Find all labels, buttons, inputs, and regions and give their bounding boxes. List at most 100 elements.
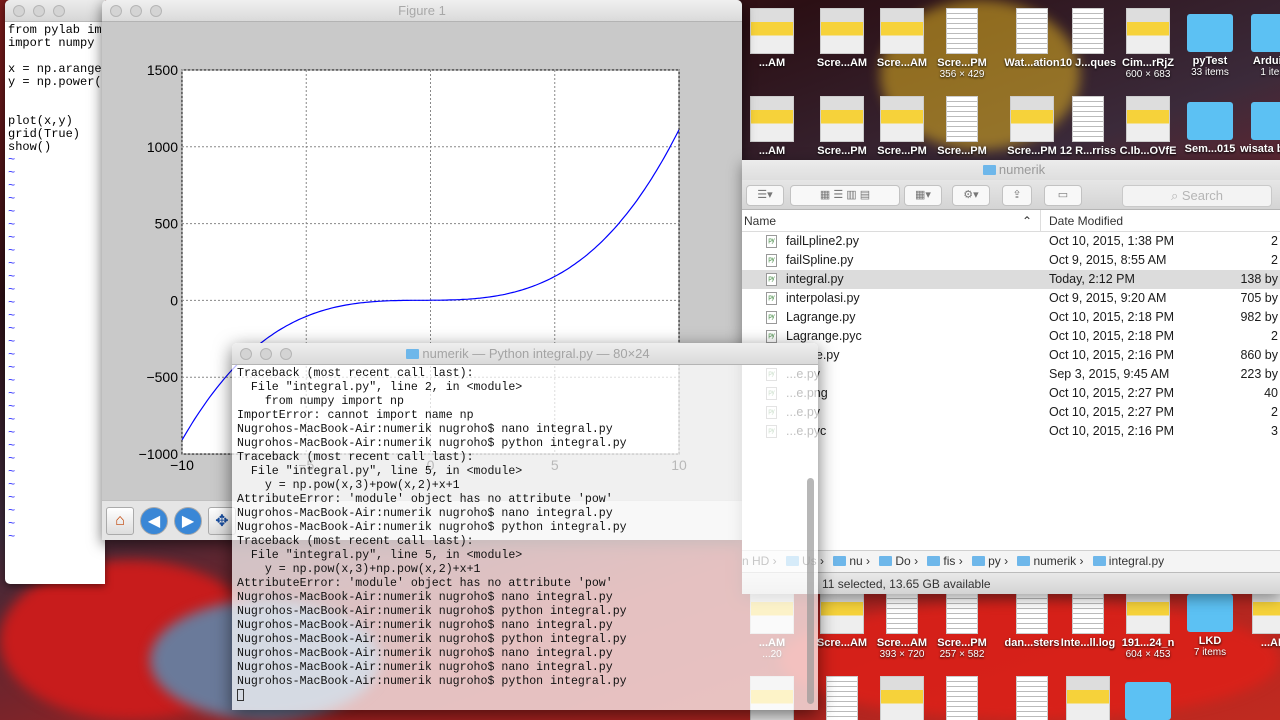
desktop-icon[interactable]: Dru...Bible	[927, 676, 997, 720]
vim-empty-line-tilde: ~	[8, 296, 16, 310]
desktop-icon[interactable]: pyTest 33 items	[1175, 8, 1245, 78]
file-row[interactable]: py failSpline.py Oct 9, 2015, 8:55 AM 2	[742, 251, 1280, 270]
path-segment[interactable]: numerik	[1033, 554, 1076, 568]
close-button[interactable]	[110, 5, 122, 17]
vim-titlebar[interactable]	[5, 0, 105, 22]
date-column-header[interactable]: Date Modified	[1049, 214, 1123, 228]
terminal-line: Nugrohos-MacBook-Air:numerik nugroho$ na…	[237, 591, 613, 604]
python-terminal-window[interactable]: numerik — Python integral.py — 80×24 Tra…	[232, 343, 818, 710]
zoom-button[interactable]	[150, 5, 162, 17]
screenshot-icon	[1126, 96, 1170, 142]
file-row[interactable]: py...e.pySep 3, 2015, 9:45 AM223 by	[742, 365, 1280, 384]
close-button[interactable]	[240, 348, 252, 360]
desktop-icon-label: Scre...AM	[816, 57, 868, 69]
screenshot-icon	[750, 96, 794, 142]
zoom-button[interactable]	[53, 5, 65, 17]
vim-empty-line-tilde: ~	[8, 270, 16, 284]
path-segment[interactable]: Do	[895, 554, 910, 568]
desktop-icon[interactable]: ...AM	[737, 96, 807, 157]
path-segment[interactable]: nu	[849, 554, 862, 568]
file-name: integral.py	[786, 272, 844, 286]
screenshot-icon	[1126, 8, 1170, 54]
screenshot-icon	[820, 8, 864, 54]
vim-empty-line-tilde: ~	[8, 322, 16, 336]
zoom-button[interactable]	[280, 348, 292, 360]
terminal-line: Traceback (most recent call last):	[237, 535, 474, 548]
terminal-line: y = np.pow(x,3)+np.pow(x,2)+x+1	[237, 563, 481, 576]
file-row[interactable]: py Lagrange.py Oct 10, 2015, 2:18 PM 982 by	[742, 308, 1280, 327]
desktop-icon[interactable]: Sem...015	[1175, 96, 1245, 155]
path-segment[interactable]: integral.py	[1109, 554, 1164, 568]
file-row[interactable]: py...e.pngOct 10, 2015, 2:27 PM40	[742, 384, 1280, 403]
path-segment[interactable]: fis	[943, 554, 955, 568]
forward-icon[interactable]: ▶	[174, 507, 202, 535]
gear-icon[interactable]: ⚙▾	[952, 185, 990, 206]
file-row[interactable]: py...e.pycOct 10, 2015, 2:16 PM3	[742, 422, 1280, 441]
view-mode-buttons[interactable]: ▦ ☰ ▥ ▤	[790, 185, 900, 206]
home-icon[interactable]: ⌂	[106, 507, 134, 535]
desktop-icon[interactable]: LKD 7 items	[1175, 588, 1245, 658]
tag-icon[interactable]: ▭	[1044, 185, 1082, 206]
file-size: 982 by	[1240, 310, 1278, 324]
file-date: Oct 10, 2015, 2:18 PM	[1049, 329, 1175, 343]
close-button[interactable]	[13, 5, 25, 17]
desktop-icon[interactable]: Cim...rRjZ 600 × 683	[1113, 8, 1183, 80]
column-header[interactable]: Name ⌃ Date Modified	[742, 210, 1280, 232]
desktop-icon[interactable]: ...AM	[737, 8, 807, 69]
vim-terminal-window[interactable]: from pylab imp import numpy a x = np.aran…	[5, 0, 105, 584]
back-icon[interactable]: ◀	[140, 507, 168, 535]
minimize-button[interactable]	[260, 348, 272, 360]
search-input[interactable]: ⌕ Search	[1122, 185, 1272, 207]
name-column-header[interactable]: Name	[744, 214, 776, 228]
vim-empty-line-tilde: ~	[8, 166, 16, 180]
file-row[interactable]: py...pline.pyOct 10, 2015, 2:16 PM860 by	[742, 346, 1280, 365]
vim-empty-line-tilde: ~	[8, 218, 16, 232]
finder-window[interactable]: numerik ☰▾ ▦ ☰ ▥ ▤ ▦▾ ⚙▾ ⇪ ▭ ⌕ Search Na…	[742, 160, 1280, 594]
search-placeholder: Search	[1181, 188, 1224, 203]
file-row[interactable]: py integral.py Today, 2:12 PM 138 by	[742, 270, 1280, 289]
desktop-icon-subtitle: 33 items	[1191, 67, 1229, 78]
terminal-titlebar[interactable]: numerik — Python integral.py — 80×24	[232, 343, 818, 365]
minimize-button[interactable]	[130, 5, 142, 17]
desktop-icon[interactable]: wisata bogor	[1239, 96, 1280, 155]
file-size: 2	[1271, 405, 1278, 419]
desktop-icon-label: Sem...015	[1184, 143, 1236, 155]
group-icon[interactable]: ▦▾	[904, 185, 942, 206]
vim-line: import numpy a	[8, 36, 105, 50]
desktop-icon[interactable]: plpg2 items	[1113, 676, 1183, 720]
figure-titlebar[interactable]: Figure 1	[102, 0, 742, 22]
path-segment[interactable]: py	[988, 554, 1001, 568]
finder-titlebar[interactable]: numerik	[742, 160, 1280, 180]
desktop-icon[interactable]: Arduino1 item	[1239, 8, 1280, 78]
desktop-icon[interactable]: Scre...PM 356 × 429	[927, 8, 997, 80]
path-separator-icon: ›	[862, 554, 874, 568]
file-row[interactable]: py Lagrange.pyc Oct 10, 2015, 2:18 PM 2	[742, 327, 1280, 346]
folder-icon	[982, 165, 996, 175]
desktop-icon[interactable]: Scre...PM	[927, 96, 997, 157]
file-date: Oct 10, 2015, 2:27 PM	[1049, 386, 1175, 400]
desktop-icon[interactable]: Scre...PM 257 × 582	[927, 588, 997, 660]
desktop-icon[interactable]: ...AM	[1239, 588, 1280, 649]
desktop-icon[interactable]: C.Ib...OVfE	[1113, 96, 1183, 157]
desktop-icon-subtitle: 1 item	[1260, 67, 1280, 78]
share-icon[interactable]: ⇪	[1002, 185, 1032, 206]
file-size: 3	[1271, 424, 1278, 438]
path-separator-icon: ›	[816, 554, 828, 568]
terminal-scrollbar[interactable]	[807, 478, 814, 704]
vim-editor-text[interactable]: from pylab imp import numpy a x = np.aran…	[5, 22, 105, 546]
terminal-line: Nugrohos-MacBook-Air:numerik nugroho$ na…	[237, 507, 613, 520]
arrange-icon[interactable]: ☰▾	[746, 185, 784, 206]
y-tick-label: 0	[170, 292, 178, 308]
terminal-line: Nugrohos-MacBook-Air:numerik nugroho$ na…	[237, 619, 613, 632]
minimize-button[interactable]	[33, 5, 45, 17]
finder-toolbar: ☰▾ ▦ ☰ ▥ ▤ ▦▾ ⚙▾ ⇪ ▭ ⌕ Search	[742, 180, 1280, 210]
file-row[interactable]: py interpolasi.py Oct 9, 2015, 9:20 AM 705 …	[742, 289, 1280, 308]
file-size: 40	[1264, 386, 1278, 400]
desktop-icon[interactable]: 191...24_n 604 × 453	[1113, 588, 1183, 660]
terminal-line: Nugrohos-MacBook-Air:numerik nugroho$ na…	[237, 423, 613, 436]
python-file-icon: py	[766, 273, 777, 286]
terminal-output[interactable]: Traceback (most recent call last): File …	[232, 365, 818, 708]
file-row[interactable]: py failLpline2.py Oct 10, 2015, 1:38 PM 2	[742, 232, 1280, 251]
file-row[interactable]: py...e.pyOct 10, 2015, 2:27 PM2	[742, 403, 1280, 422]
path-separator-icon: ›	[1000, 554, 1012, 568]
